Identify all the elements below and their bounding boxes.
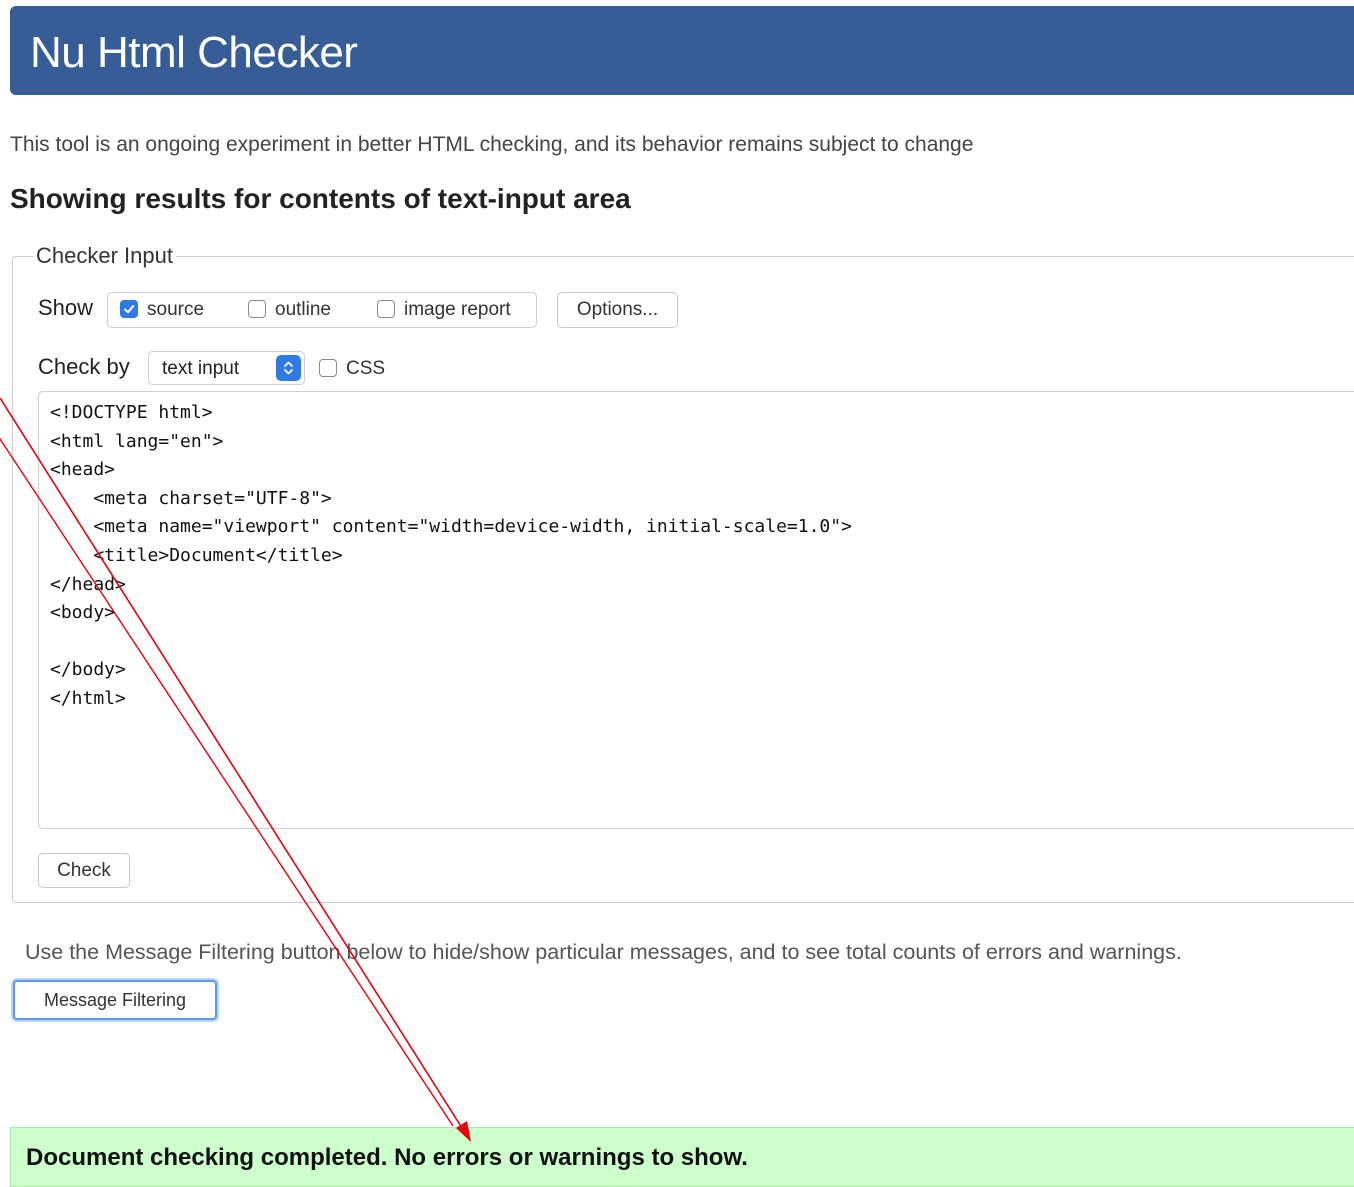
filter-note: Use the Message Filtering button below t… (25, 940, 1182, 964)
source-checkbox-label[interactable]: source (147, 299, 204, 321)
source-textarea[interactable]: <!DOCTYPE html> <html lang="en"> <head> … (38, 391, 1354, 829)
css-checkbox[interactable] (319, 359, 337, 377)
image-report-checkbox-label[interactable]: image report (404, 299, 511, 321)
updown-chevron-icon (276, 355, 301, 381)
show-label: Show (38, 295, 94, 320)
source-checkbox[interactable] (120, 300, 138, 318)
image-report-checkbox[interactable] (377, 300, 395, 318)
result-message: Document checking completed. No errors o… (26, 1144, 748, 1171)
message-filtering-button[interactable]: Message Filtering (13, 980, 217, 1020)
check-by-select[interactable]: text input (148, 351, 305, 385)
css-checkbox-label[interactable]: CSS (346, 358, 385, 380)
options-button[interactable]: Options... (557, 292, 678, 328)
checker-input-legend: Checker Input (36, 243, 173, 268)
check-button[interactable]: Check (38, 853, 130, 888)
page-title: Nu Html Checker (30, 28, 358, 77)
outline-checkbox-label[interactable]: outline (275, 299, 331, 321)
page-header: Nu Html Checker (10, 6, 1354, 95)
outline-checkbox[interactable] (248, 300, 266, 318)
results-heading: Showing results for contents of text-inp… (10, 183, 631, 214)
source-code-text: <!DOCTYPE html> <html lang="en"> <head> … (50, 402, 852, 709)
check-icon (124, 305, 135, 314)
check-by-value: text input (162, 358, 240, 379)
result-success-banner: Document checking completed. No errors o… (10, 1127, 1354, 1187)
check-by-label: Check by (38, 354, 130, 379)
intro-text: This tool is an ongoing experiment in be… (10, 133, 974, 156)
